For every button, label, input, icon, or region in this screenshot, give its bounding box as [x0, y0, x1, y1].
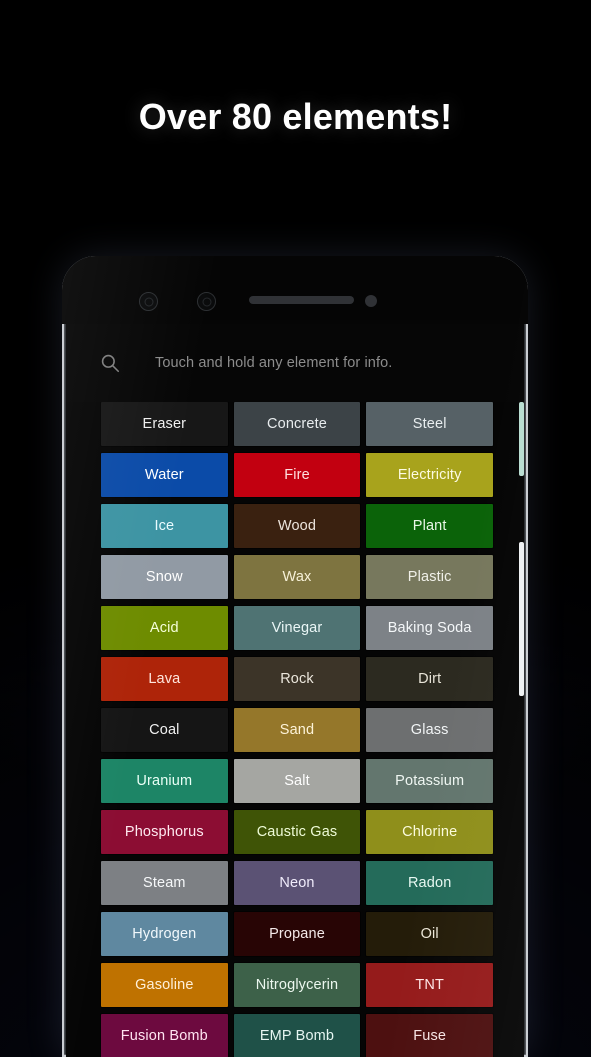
element-cell[interactable]: Neon	[233, 861, 361, 905]
element-cell[interactable]: Vinegar	[233, 606, 361, 650]
phone-screen: Touch and hold any element for info. Era…	[66, 324, 524, 1057]
element-cell[interactable]: Chlorine	[366, 810, 494, 854]
element-cell[interactable]: Wax	[233, 555, 361, 599]
earpiece-speaker	[249, 296, 354, 304]
phone-top-bezel	[62, 256, 528, 324]
element-cell[interactable]: Electricity	[366, 453, 494, 497]
element-cell[interactable]: Eraser	[101, 402, 228, 446]
element-cell[interactable]: Baking Soda	[366, 606, 494, 650]
proximity-sensor-icon	[139, 292, 158, 311]
element-grid-row: Uranium Salt Potassium	[66, 759, 524, 803]
element-cell[interactable]: Fuse	[366, 1014, 494, 1057]
phone-mockup: Touch and hold any element for info. Era…	[62, 256, 528, 1057]
front-camera-icon	[365, 295, 377, 307]
element-grid-row: Water Fire Electricity	[66, 453, 524, 497]
element-cell[interactable]: Lava	[101, 657, 228, 701]
element-cell[interactable]: Dirt	[366, 657, 494, 701]
element-grid: Eraser Concrete Steel Water Fire Electricity I…	[66, 402, 524, 1057]
screenshot-stage: Over 80 elements! Touch and hold any ele…	[0, 0, 591, 1057]
element-cell[interactable]: Glass	[366, 708, 494, 752]
element-cell[interactable]: Sand	[233, 708, 361, 752]
element-grid-row: Eraser Concrete Steel	[66, 402, 524, 446]
element-grid-row: Lava Rock Dirt	[66, 657, 524, 701]
element-cell[interactable]: Uranium	[101, 759, 228, 803]
scrollbar-thumb-secondary[interactable]	[519, 542, 524, 696]
element-grid-row: Snow Wax Plastic	[66, 555, 524, 599]
element-grid-row: Hydrogen Propane Oil	[66, 912, 524, 956]
element-grid-row: Fusion Bomb EMP Bomb Fuse	[66, 1014, 524, 1057]
page-title: Over 80 elements!	[138, 96, 453, 137]
element-cell[interactable]: Propane	[233, 912, 361, 956]
element-cell[interactable]: EMP Bomb	[233, 1014, 361, 1057]
element-grid-row: Acid Vinegar Baking Soda	[66, 606, 524, 650]
element-cell[interactable]: Gasoline	[101, 963, 228, 1007]
element-cell[interactable]: Fusion Bomb	[101, 1014, 228, 1057]
element-cell[interactable]: Nitroglycerin	[233, 963, 361, 1007]
element-cell[interactable]: Fire	[233, 453, 361, 497]
light-sensor-icon	[197, 292, 216, 311]
element-cell[interactable]: Radon	[366, 861, 494, 905]
element-cell[interactable]: Phosphorus	[101, 810, 228, 854]
search-input-hint[interactable]: Touch and hold any element for info.	[155, 355, 392, 371]
element-cell[interactable]: Steam	[101, 861, 228, 905]
grid-scrollbar[interactable]	[519, 402, 524, 1057]
search-bar[interactable]: Touch and hold any element for info.	[66, 324, 524, 402]
scrollbar-thumb-primary[interactable]	[519, 402, 524, 476]
element-cell[interactable]: Plant	[366, 504, 494, 548]
element-cell[interactable]: TNT	[366, 963, 494, 1007]
element-cell[interactable]: Ice	[101, 504, 228, 548]
search-icon[interactable]	[99, 352, 121, 374]
element-grid-row: Gasoline Nitroglycerin TNT	[66, 963, 524, 1007]
element-cell[interactable]: Potassium	[366, 759, 494, 803]
element-cell[interactable]: Concrete	[233, 402, 361, 446]
element-cell[interactable]: Wood	[233, 504, 361, 548]
element-grid-row: Steam Neon Radon	[66, 861, 524, 905]
element-cell[interactable]: Coal	[101, 708, 228, 752]
element-cell[interactable]: Salt	[233, 759, 361, 803]
element-cell[interactable]: Plastic	[366, 555, 494, 599]
element-cell[interactable]: Water	[101, 453, 228, 497]
element-cell[interactable]: Steel	[366, 402, 494, 446]
element-cell[interactable]: Hydrogen	[101, 912, 228, 956]
element-cell[interactable]: Oil	[366, 912, 494, 956]
element-cell[interactable]: Acid	[101, 606, 228, 650]
element-cell[interactable]: Rock	[233, 657, 361, 701]
element-cell[interactable]: Caustic Gas	[233, 810, 361, 854]
element-cell[interactable]: Snow	[101, 555, 228, 599]
element-grid-row: Coal Sand Glass	[66, 708, 524, 752]
element-grid-row: Phosphorus Caustic Gas Chlorine	[66, 810, 524, 854]
element-grid-row: Ice Wood Plant	[66, 504, 524, 548]
